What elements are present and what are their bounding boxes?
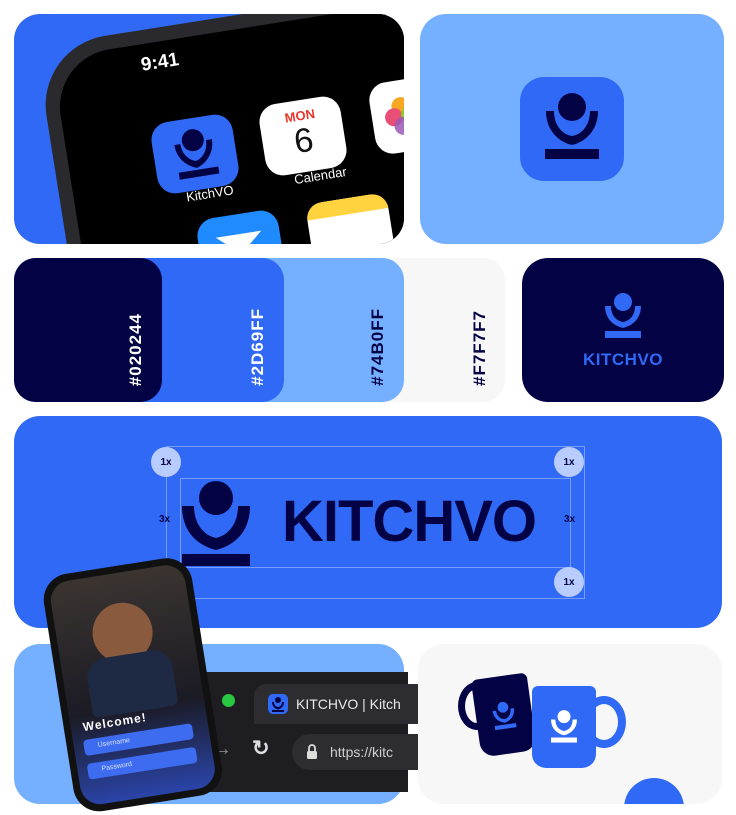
logo-lockup-card: KITCHVO xyxy=(522,258,724,402)
app-icon-large xyxy=(520,77,624,181)
blue-disc-partial xyxy=(624,778,684,804)
mobile-login-screen: Welcome! Username Password xyxy=(48,562,218,808)
chef-apron xyxy=(84,647,179,719)
clearspace-side-left: 3x xyxy=(159,514,171,525)
swatch-label-020244: #020244 xyxy=(126,312,145,386)
swatch-label-f7f7f7: #F7F7F7 xyxy=(470,310,489,386)
reload-icon[interactable]: ↻ xyxy=(252,736,270,761)
kitchvo-logo-icon xyxy=(605,293,641,338)
swatch-020244: #020244 xyxy=(14,258,162,402)
browser-tab[interactable]: KITCHVO | Kitch xyxy=(254,684,424,724)
app-icon-card xyxy=(420,14,724,244)
address-bar[interactable]: https://kitc xyxy=(292,734,422,770)
swatch-label-74b0ff: #74B0FF xyxy=(368,308,387,386)
kitchvo-favicon-icon xyxy=(268,694,288,714)
clearspace-side-right: 3x xyxy=(564,514,576,525)
mug-mockup-card xyxy=(418,644,722,804)
clearspace-marker-top-right: 1x xyxy=(554,447,584,477)
navy-mug xyxy=(470,672,538,758)
kitchvo-logo-icon xyxy=(492,701,517,731)
clearspace-marker-bottom-right: 1x xyxy=(554,567,584,597)
clearspace-wordmark: KITCHVO xyxy=(282,489,537,554)
kitchvo-logo-icon xyxy=(545,93,599,159)
url-text: https://kitc xyxy=(330,744,394,760)
phone-homescreen-card: 9:41 KitchVO MON 6 Calendar xyxy=(14,14,404,244)
window-maximize-button[interactable] xyxy=(222,694,235,707)
logo-wordmark: KITCHVO xyxy=(583,350,663,369)
blue-mug xyxy=(532,686,596,768)
swatch-label-2d69ff: #2D69FF xyxy=(248,308,267,386)
kitchvo-logo-icon xyxy=(551,710,577,743)
lock-icon xyxy=(307,744,317,759)
clearspace-marker-top-left: 1x xyxy=(151,447,181,477)
kitchvo-logo-icon xyxy=(182,481,250,566)
browser-tab-title: KITCHVO | Kitch xyxy=(296,696,401,712)
